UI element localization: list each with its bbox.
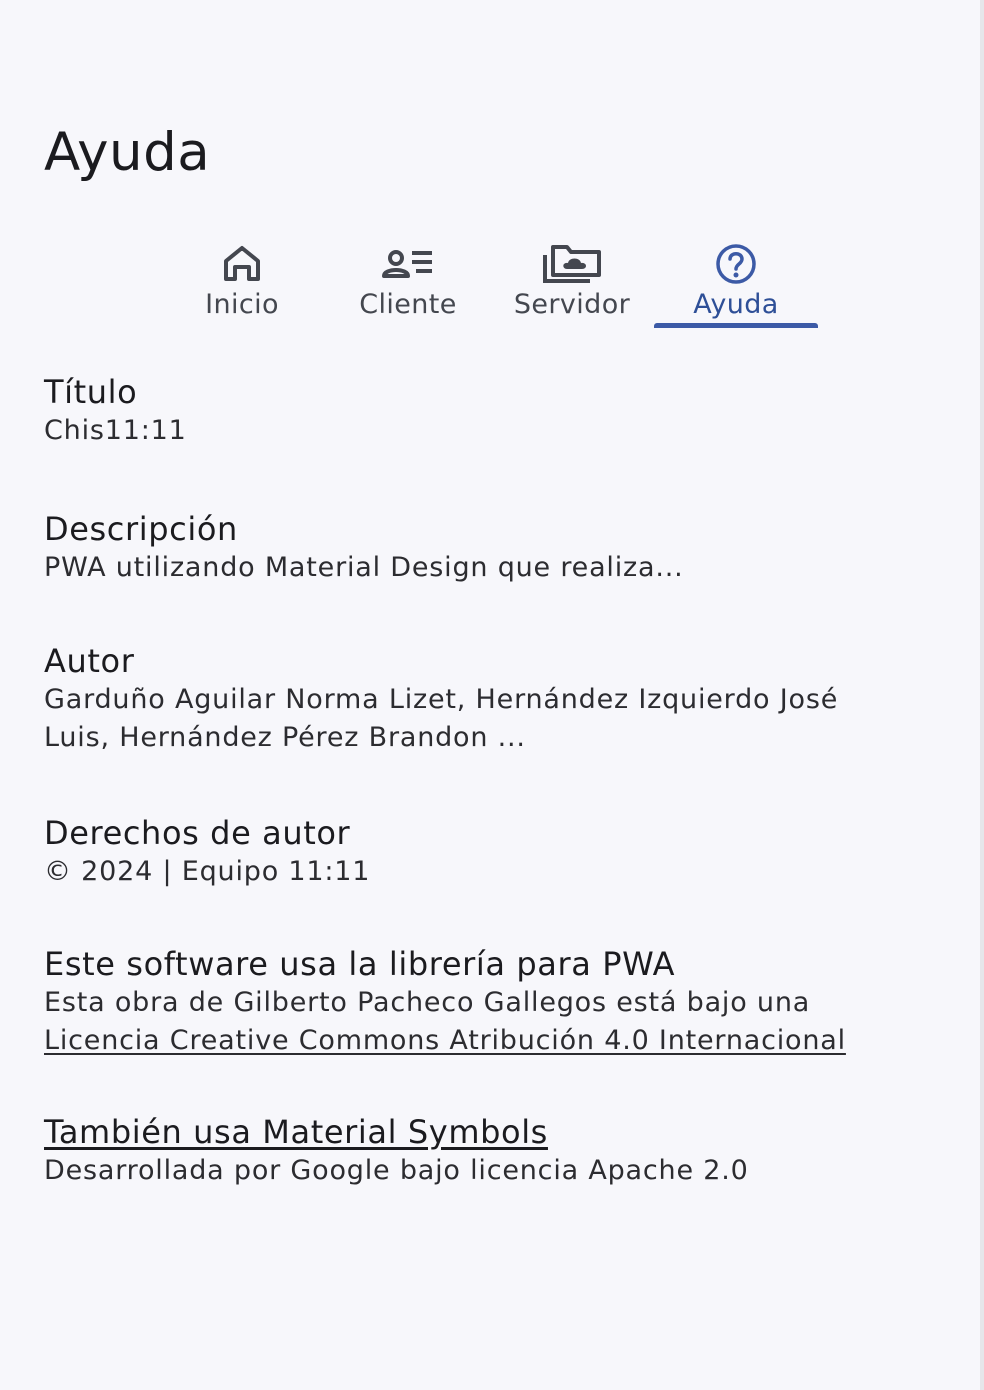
section-text: Esta obra de Gilberto Pacheco Gallegos e… [44, 984, 894, 1060]
section-text: Garduño Aguilar Norma Lizet, Hernández I… [44, 684, 839, 753]
home-icon [224, 246, 260, 281]
section-text: Desarrollada por Google bajo licencia Ap… [44, 1155, 749, 1186]
creative-commons-license-link[interactable]: Licencia Creative Commons Atribución 4.0… [44, 1025, 846, 1056]
folder-cloud-icon [543, 245, 601, 283]
section-autor: Autor Garduño Aguilar Norma Lizet, Herná… [44, 641, 924, 757]
tab-label: Servidor [513, 289, 631, 320]
help-circle-icon [716, 244, 756, 284]
scrollbar-track [980, 0, 984, 1390]
section-descripcion: Descripción PWA utilizando Material Desi… [44, 509, 924, 587]
tab-servidor[interactable]: Servidor [490, 234, 654, 330]
section-libreria: Este software usa la librería para PWA E… [44, 944, 924, 1060]
section-heading: Título [44, 373, 138, 411]
material-symbols-link[interactable]: También usa Material Symbols [44, 1112, 924, 1152]
section-text: PWA utilizando Material Design que reali… [44, 552, 684, 583]
section-titulo: Título Chis11:11 [44, 372, 924, 450]
active-tab-indicator [654, 323, 818, 328]
section-heading: Este software usa la librería para PWA [44, 945, 676, 983]
section-text: © 2024 | Equipo 11:11 [44, 856, 371, 887]
tab-label: Cliente [359, 289, 457, 320]
section-heading: Descripción [44, 510, 238, 548]
person-list-icon [382, 250, 432, 278]
tab-ayuda[interactable]: Ayuda [654, 234, 818, 330]
license-text: Esta obra de Gilberto Pacheco Gallegos e… [44, 987, 811, 1018]
tab-label: Inicio [205, 289, 279, 320]
page-title: Ayuda [44, 122, 211, 183]
section-text: Chis11:11 [44, 415, 187, 446]
tab-inicio[interactable]: Inicio [160, 234, 324, 330]
section-derechos: Derechos de autor © 2024 | Equipo 11:11 [44, 813, 924, 891]
tab-cliente[interactable]: Cliente [326, 234, 490, 330]
tab-label: Ayuda [693, 289, 779, 320]
section-heading: Autor [44, 642, 135, 680]
tab-bar: Inicio Cliente Servidor Ayuda [160, 234, 820, 330]
section-heading: Derechos de autor [44, 814, 351, 852]
section-material: También usa Material Symbols Desarrollad… [44, 1112, 924, 1190]
